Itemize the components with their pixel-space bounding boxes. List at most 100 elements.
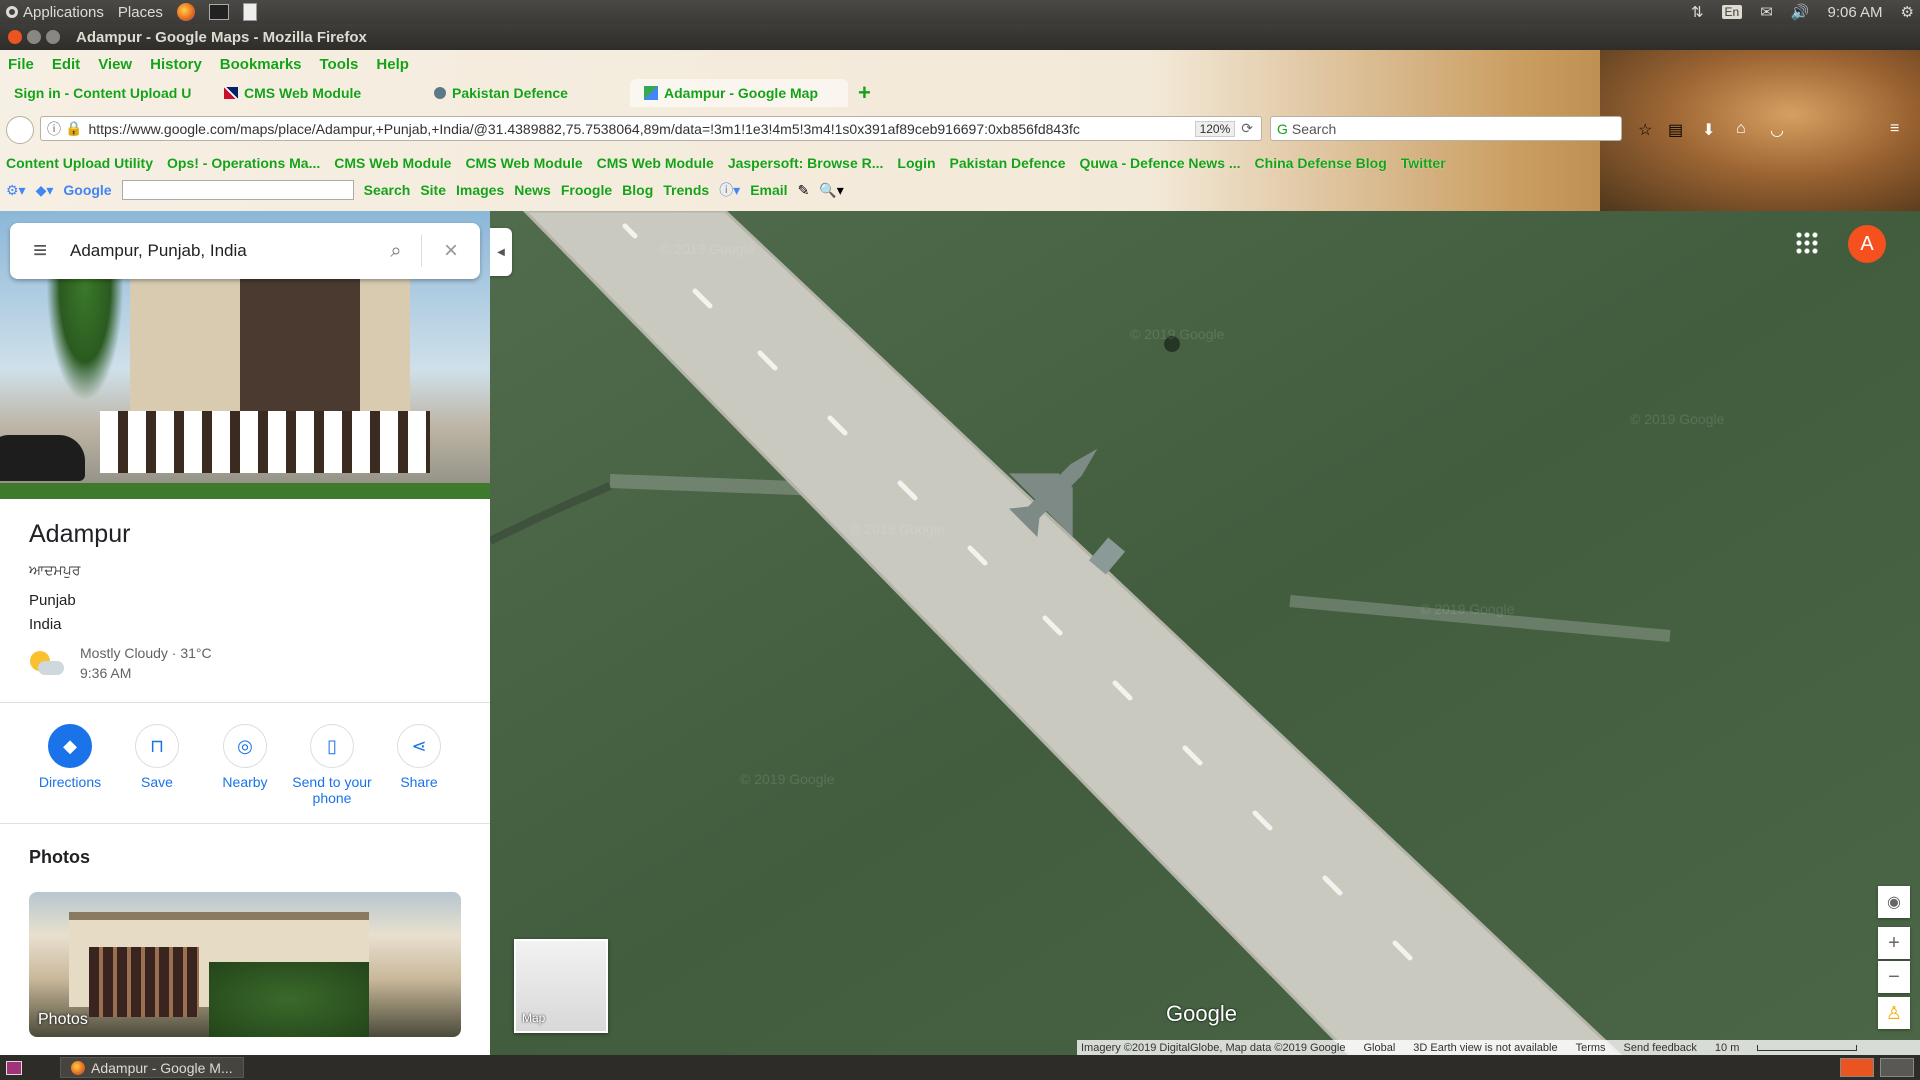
bookmark-item[interactable]: China Defense Blog (1255, 155, 1387, 171)
magnifier-icon[interactable]: 🔍▾ (819, 182, 843, 199)
mail-icon[interactable]: ✉ (1760, 3, 1773, 21)
google-apps-grid-icon[interactable] (1795, 231, 1819, 255)
highlighter-icon[interactable]: ✎ (798, 182, 810, 199)
pocket-icon[interactable]: ◡ (1770, 120, 1784, 140)
google-blog-button[interactable]: Blog (622, 182, 653, 198)
zoom-in-button[interactable]: + (1878, 927, 1910, 959)
bookmark-item[interactable]: Login (897, 155, 935, 171)
workspace-2[interactable] (1880, 1058, 1914, 1077)
collapse-panel-button[interactable]: ◀ (490, 228, 512, 276)
weather-time: 9:36 AM (80, 665, 132, 681)
search-icon[interactable]: ⌕ (371, 240, 421, 263)
google-brand[interactable]: Google (63, 182, 111, 198)
pegman-icon[interactable]: ♙ (1878, 997, 1910, 1029)
maps-search-input[interactable]: Adampur, Punjab, India (70, 241, 371, 261)
info-dropdown-icon[interactable]: ⓘ▾ (719, 180, 740, 200)
zoom-indicator[interactable]: 120% (1194, 120, 1236, 137)
nearby-button[interactable]: ◎ Nearby (201, 724, 289, 790)
menu-hamburger-icon[interactable]: ≡ (1890, 120, 1899, 138)
info-icon[interactable]: ⓘ (47, 119, 61, 139)
places-menu[interactable]: Places (118, 4, 163, 21)
search-bar[interactable]: G Search (1270, 116, 1622, 141)
google-toolbar-search-input[interactable] (121, 180, 354, 200)
menu-help[interactable]: Help (376, 56, 409, 73)
place-side-panel: ≡ Adampur, Punjab, India ⌕ × Adampur ਆਦਮ… (0, 211, 490, 1055)
menu-file[interactable]: File (8, 56, 34, 73)
close-icon[interactable]: × (422, 237, 480, 265)
close-window-icon[interactable] (8, 30, 22, 44)
tab-pakistan-defence[interactable]: Pakistan Defence (420, 79, 630, 107)
google-search-button[interactable]: Search (364, 182, 411, 198)
menu-bookmarks[interactable]: Bookmarks (220, 56, 302, 73)
workspace-switcher[interactable] (1840, 1058, 1914, 1077)
nearby-icon: ◎ (223, 724, 267, 768)
google-news-button[interactable]: News (514, 182, 551, 198)
satellite-map[interactable]: © 2019 Google © 2019 Google © 2019 Googl… (490, 211, 1920, 1055)
directions-button[interactable]: ◆ Directions (26, 724, 114, 790)
zoom-out-button[interactable]: − (1878, 961, 1910, 993)
bookmark-item[interactable]: Pakistan Defence (950, 155, 1066, 171)
taskbar-window-button[interactable]: Adampur - Google M... (60, 1057, 244, 1078)
url-bar[interactable]: ⓘ 🔒 https://www.google.com/maps/place/Ad… (40, 116, 1262, 141)
applications-menu[interactable]: Applications (6, 4, 104, 21)
tab-content-upload[interactable]: Sign in - Content Upload U (0, 79, 210, 107)
send-to-phone-button[interactable]: ▯ Send to your phone (283, 724, 381, 806)
bookmark-item[interactable]: Twitter (1401, 155, 1446, 171)
bookmark-item[interactable]: Jaspersoft: Browse R... (728, 155, 884, 171)
send-feedback-link[interactable]: Send feedback (1624, 1042, 1697, 1054)
volume-icon[interactable]: 🔊 (1791, 3, 1810, 21)
bookmark-item[interactable]: CMS Web Module (334, 155, 451, 171)
menu-history[interactable]: History (150, 56, 202, 73)
clock[interactable]: 9:06 AM (1828, 4, 1883, 21)
google-site-button[interactable]: Site (420, 182, 446, 198)
maximize-window-icon[interactable] (46, 30, 60, 44)
google-images-button[interactable]: Images (456, 182, 504, 198)
downloads-icon[interactable]: ⬇ (1702, 120, 1715, 140)
tab-cms-web-module[interactable]: CMS Web Module (210, 79, 420, 107)
bookmark-star-icon[interactable]: ☆ (1638, 120, 1652, 140)
tab-strip: Sign in - Content Upload U CMS Web Modul… (0, 79, 1920, 107)
show-desktop-icon[interactable] (6, 1060, 22, 1075)
settings-gear-icon[interactable]: ⚙ (1901, 3, 1914, 21)
network-arrows-icon[interactable]: ⇅ (1691, 3, 1704, 21)
google-froogle-button[interactable]: Froogle (561, 182, 612, 198)
imagery-watermark: © 2019 Google (1130, 326, 1225, 342)
my-location-button[interactable]: ◉ (1878, 886, 1910, 918)
google-trends-button[interactable]: Trends (663, 182, 709, 198)
minimize-window-icon[interactable] (27, 30, 41, 44)
google-email-button[interactable]: Email (750, 182, 787, 198)
text-editor-icon[interactable] (242, 3, 257, 21)
bookmark-item[interactable]: Quwa - Defence News ... (1079, 155, 1240, 171)
bookmark-item[interactable]: Ops! - Operations Ma... (167, 155, 320, 171)
account-avatar[interactable]: A (1848, 225, 1886, 263)
bookmark-item[interactable]: Content Upload Utility (6, 155, 153, 171)
share-button[interactable]: ⋖ Share (375, 724, 463, 790)
menu-view[interactable]: View (98, 56, 132, 73)
workspace-1[interactable] (1840, 1058, 1874, 1077)
library-icon[interactable]: ▤ (1668, 120, 1683, 140)
tab-google-maps[interactable]: Adampur - Google Map (630, 79, 848, 107)
phone-icon: ▯ (310, 724, 354, 768)
toolbar-options-icon[interactable]: ⚙▾ (6, 182, 26, 199)
back-button[interactable] (6, 116, 34, 144)
menu-tools[interactable]: Tools (320, 56, 359, 73)
global-link[interactable]: Global (1363, 1042, 1395, 1054)
photos-thumbnail[interactable]: Photos (29, 892, 461, 1037)
save-button[interactable]: ⊓ Save (113, 724, 201, 790)
bottom-taskbar: Adampur - Google M... (0, 1055, 1920, 1080)
toolbar-diamond-icon[interactable]: ◆▾ (36, 182, 54, 199)
scale-label[interactable]: 10 m (1715, 1042, 1739, 1054)
photo-shrub-shape (209, 962, 369, 1037)
home-icon[interactable]: ⌂ (1736, 120, 1746, 138)
map-type-toggle[interactable]: Map (514, 939, 608, 1033)
terms-link[interactable]: Terms (1576, 1042, 1606, 1054)
system-monitor-icon[interactable] (208, 4, 229, 20)
keyboard-layout-indicator[interactable]: En (1721, 5, 1743, 19)
bookmark-item[interactable]: CMS Web Module (597, 155, 714, 171)
firefox-launcher-icon[interactable] (176, 3, 195, 21)
reload-icon[interactable]: ⟳ (1241, 120, 1253, 137)
hamburger-menu-icon[interactable]: ≡ (10, 237, 70, 265)
menu-edit[interactable]: Edit (52, 56, 80, 73)
bookmark-item[interactable]: CMS Web Module (465, 155, 582, 171)
new-tab-plus-icon[interactable]: + (858, 79, 871, 107)
